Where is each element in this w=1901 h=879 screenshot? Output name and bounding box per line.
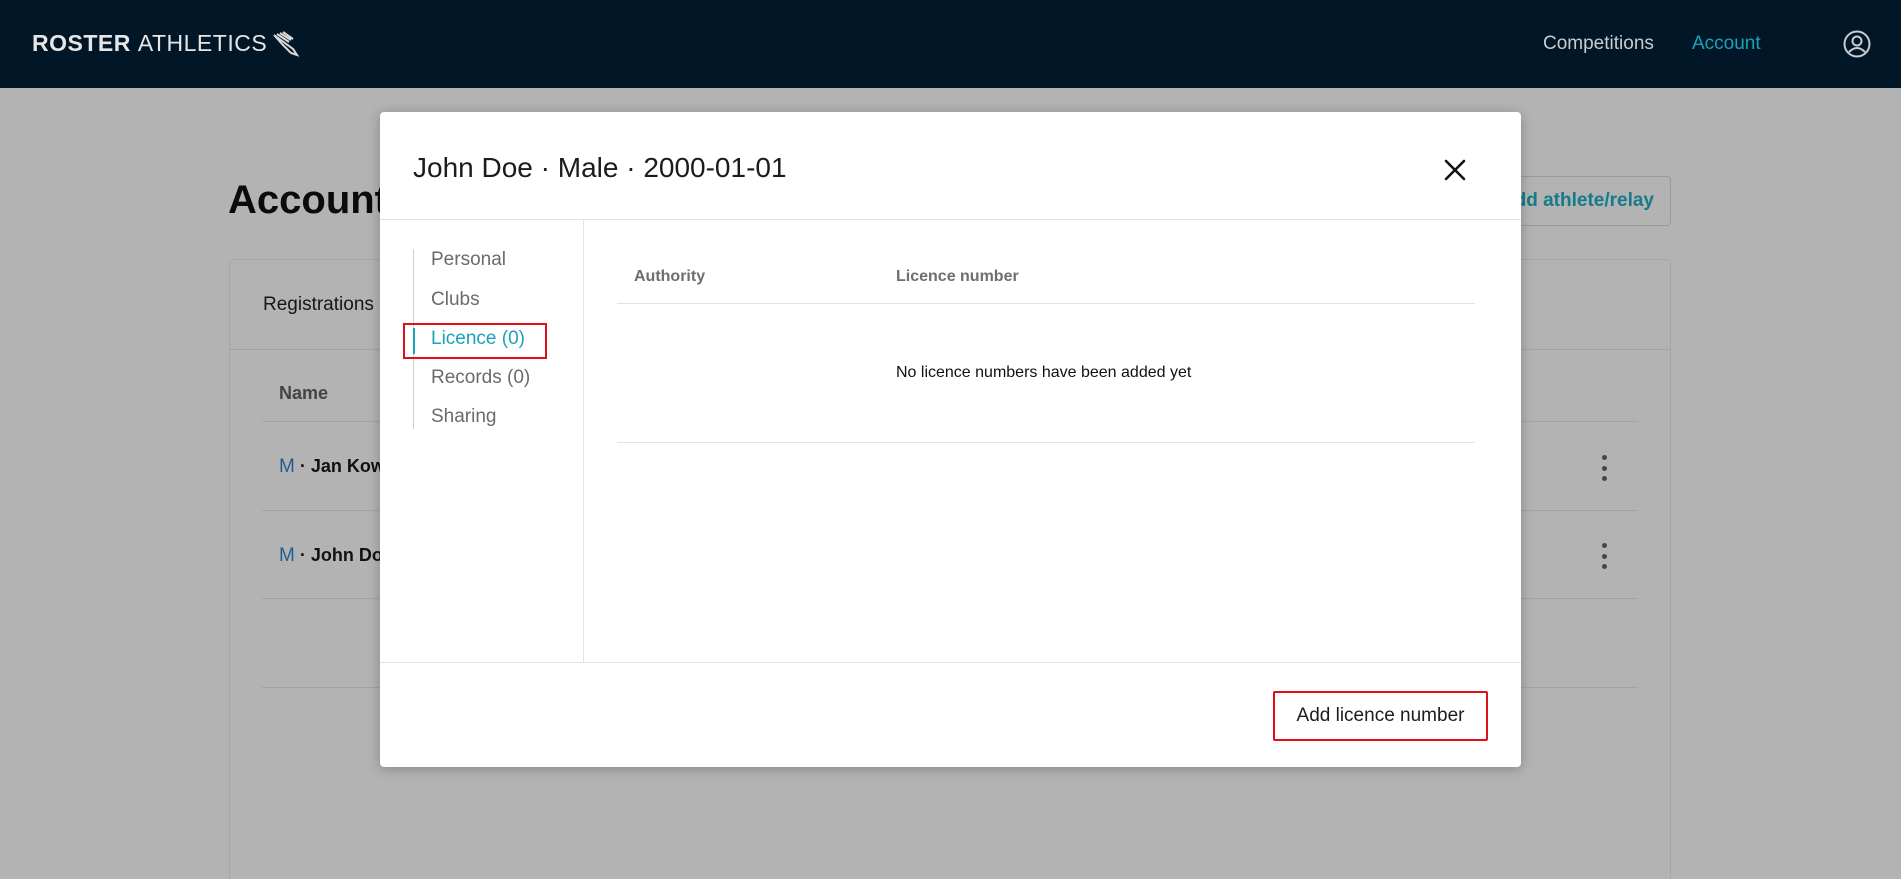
close-icon[interactable] <box>1441 156 1469 184</box>
side-item-sharing[interactable]: Sharing <box>431 406 497 428</box>
empty-state-message: No licence numbers have been added yet <box>896 364 1192 381</box>
logo-bold-text: ROSTER <box>32 30 131 56</box>
athlete-modal: John Doe · Male · 2000-01-01 Personal Cl… <box>380 112 1521 767</box>
table-header-divider <box>617 303 1475 304</box>
nav-account[interactable]: Account <box>1692 33 1761 55</box>
column-name-header: Name <box>279 383 329 403</box>
gender-label: M <box>279 545 295 566</box>
side-item-records[interactable]: Records (0) <box>431 367 530 389</box>
modal-footer-divider <box>380 662 1521 663</box>
side-item-personal[interactable]: Personal <box>431 249 506 271</box>
add-licence-button[interactable]: Add licence number <box>1273 691 1488 741</box>
table-row[interactable]: M · John Do <box>279 545 383 567</box>
page-title: Account <box>228 178 388 222</box>
modal-title: John Doe · Male · 2000-01-01 <box>413 152 787 183</box>
logo-thin-text: ATHLETICS <box>137 30 268 56</box>
licence-tab-highlight <box>403 323 547 359</box>
top-navbar: ROSTER ATHLETICS Competitions Account <box>0 0 1901 88</box>
side-item-clubs[interactable]: Clubs <box>431 289 480 311</box>
table-bottom-divider <box>617 442 1475 443</box>
column-licence-header: Licence number <box>896 268 1019 285</box>
athlete-name: · John Do <box>294 545 383 565</box>
table-row[interactable]: M · Jan Kow <box>279 456 385 478</box>
kebab-menu-icon[interactable] <box>1599 543 1609 569</box>
tab-registrations[interactable]: Registrations <box>263 294 374 316</box>
nav-competitions[interactable]: Competitions <box>1543 33 1654 55</box>
athlete-name: · Jan Kow <box>294 456 385 476</box>
side-nav-divider <box>583 220 584 662</box>
modal-header-divider <box>380 219 1521 220</box>
column-authority-header: Authority <box>634 268 706 285</box>
winged-foot-icon <box>273 30 300 57</box>
gender-label: M <box>279 456 295 477</box>
app-logo[interactable]: ROSTER ATHLETICS <box>32 30 301 57</box>
user-circle-icon[interactable] <box>1843 30 1871 58</box>
kebab-menu-icon[interactable] <box>1599 455 1609 481</box>
